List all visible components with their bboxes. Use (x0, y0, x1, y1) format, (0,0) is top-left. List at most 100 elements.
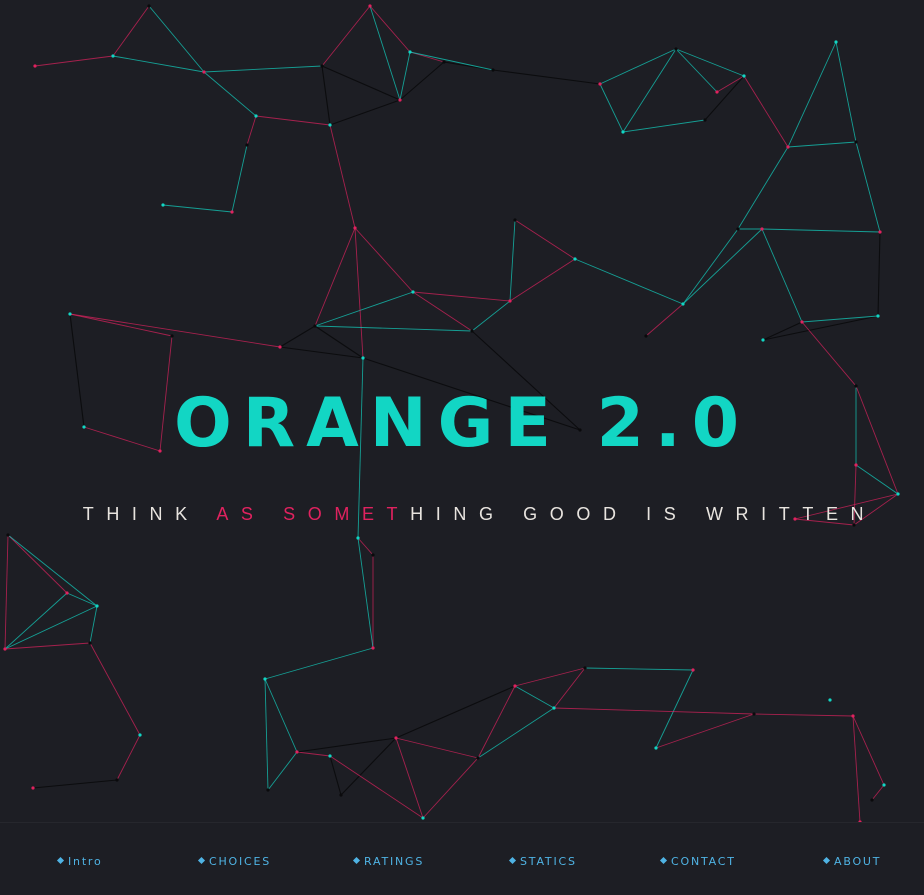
network-edge (514, 219, 576, 260)
network-edge (682, 228, 763, 305)
diamond-icon (822, 856, 831, 865)
network-node (421, 816, 425, 820)
network-node (245, 143, 249, 147)
network-edge (369, 5, 411, 53)
network-node (295, 750, 299, 754)
diamond-icon (197, 856, 206, 865)
network-node (470, 329, 474, 333)
network-edge (7, 534, 68, 594)
network-edge (279, 346, 364, 359)
network-node (138, 733, 142, 737)
network-node (854, 140, 858, 144)
network-node (834, 40, 838, 44)
network-node (870, 798, 874, 802)
network-edge (395, 737, 479, 759)
network-edge (34, 55, 114, 67)
network-node (476, 756, 480, 760)
network-node (408, 50, 412, 54)
network-node (33, 64, 37, 68)
network-node (736, 227, 740, 231)
diamond-icon (659, 856, 668, 865)
network-edge (395, 737, 424, 819)
nav-item-label: STATICS (520, 855, 577, 868)
network-node (115, 778, 119, 782)
network-edge (329, 755, 424, 819)
nav-item-contact[interactable]: CONTACT (659, 855, 736, 868)
network-node (752, 712, 756, 716)
network-edge (264, 678, 269, 791)
network-node (68, 312, 72, 316)
nav-item-ratings[interactable]: RATINGS (352, 855, 424, 868)
network-node (491, 68, 495, 72)
network-node (263, 677, 267, 681)
network-edge (787, 41, 837, 148)
network-edge (871, 784, 885, 801)
network-edge (314, 291, 414, 327)
network-edge (762, 321, 803, 341)
network-edge (599, 83, 624, 133)
nav-item-choices[interactable]: CHOICES (197, 855, 271, 868)
network-edge (66, 592, 98, 607)
network-edge (321, 65, 331, 126)
network-edge (4, 592, 68, 650)
network-edge (761, 228, 803, 323)
network-edge (477, 707, 555, 759)
network-node (170, 334, 174, 338)
network-edge (314, 325, 364, 359)
network-edge (203, 65, 323, 73)
network-edge (509, 219, 516, 302)
network-edge (743, 75, 789, 148)
network-edge (264, 647, 374, 680)
network-node (878, 230, 882, 234)
network-edge (553, 707, 755, 715)
network-node (411, 290, 415, 294)
network-edge (762, 315, 879, 341)
network-edge (645, 303, 684, 337)
network-edge (112, 55, 205, 73)
network-node (371, 553, 375, 557)
network-edge (112, 5, 150, 57)
network-node (371, 646, 375, 650)
network-edge (675, 48, 745, 77)
network-edge (801, 321, 857, 387)
network-edge (787, 141, 857, 148)
network-edge (4, 534, 9, 650)
network-node (882, 783, 886, 787)
network-node (3, 647, 7, 651)
nav-item-intro[interactable]: Intro (56, 855, 103, 868)
network-edge (7, 534, 98, 607)
network-node (513, 684, 517, 688)
diamond-icon (352, 856, 361, 865)
network-edge (704, 75, 745, 121)
network-edge (509, 258, 576, 302)
network-node (760, 227, 764, 231)
network-edge (89, 605, 98, 644)
network-node (361, 356, 365, 360)
footer-nav: Intro CHOICES RATINGS STATICS CONTACT AB… (0, 822, 924, 895)
network-edge (321, 5, 371, 67)
network-edge (471, 300, 511, 332)
network-edge (32, 779, 118, 789)
network-node (339, 793, 343, 797)
network-edge (852, 715, 885, 786)
network-edge (354, 227, 364, 359)
nav-item-about[interactable]: ABOUT (822, 855, 881, 868)
network-edge (553, 667, 586, 709)
network-node (328, 123, 332, 127)
network-edge (4, 605, 98, 650)
network-node (761, 338, 765, 342)
network-edge (655, 669, 694, 749)
network-edge (753, 713, 854, 717)
network-edge (314, 227, 356, 327)
network-edge (231, 144, 248, 213)
network-node (230, 210, 234, 214)
network-node (111, 54, 115, 58)
network-edge (852, 715, 861, 822)
network-node (598, 82, 602, 86)
nav-item-statics[interactable]: STATICS (508, 855, 577, 868)
network-node (786, 145, 790, 149)
network-node (161, 203, 165, 207)
network-node (320, 64, 324, 68)
network-node (202, 70, 206, 74)
network-edge (329, 99, 401, 126)
